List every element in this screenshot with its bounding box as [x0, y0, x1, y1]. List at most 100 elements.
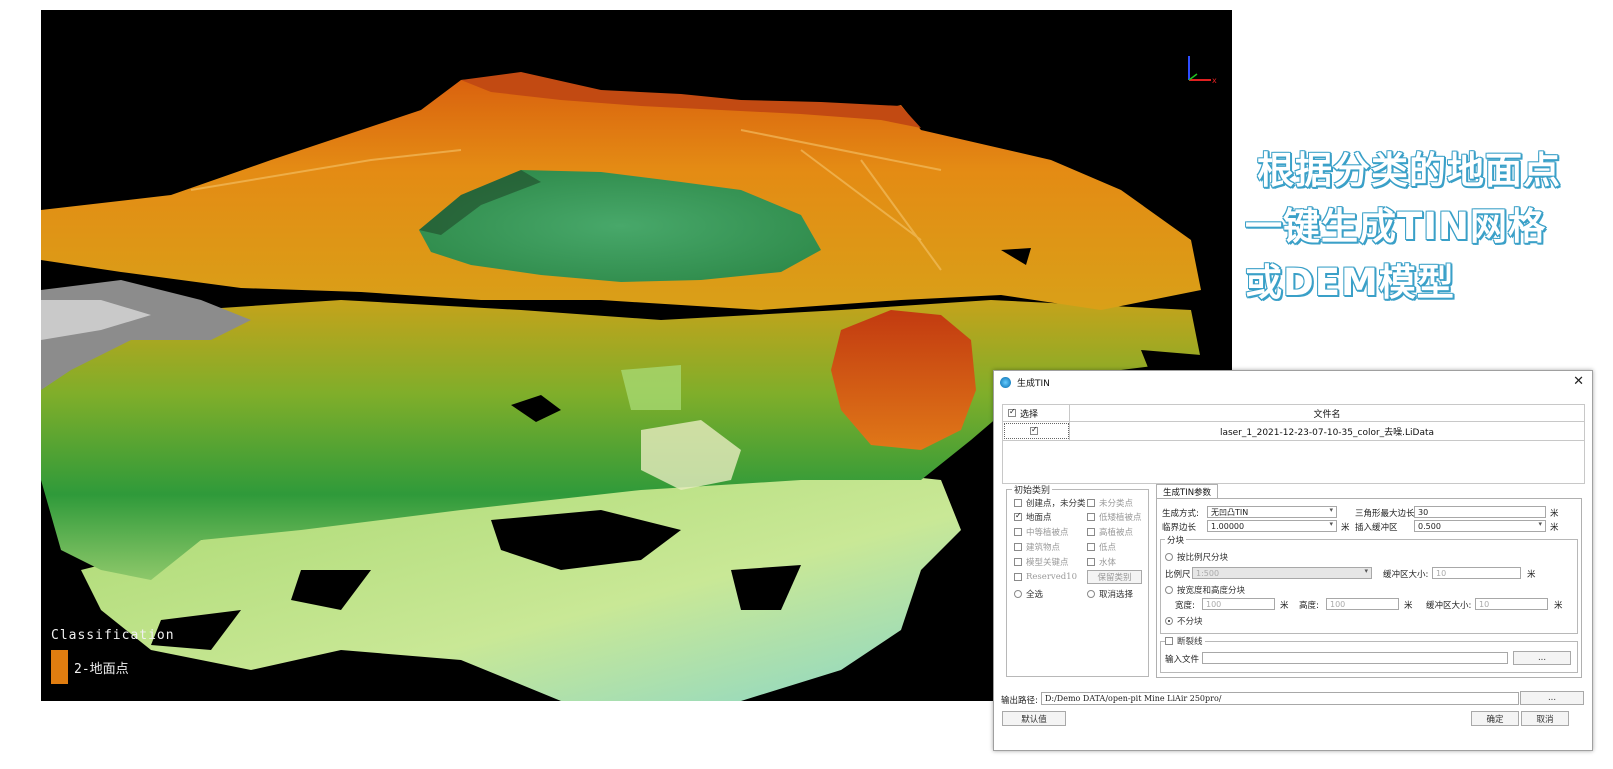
no-block-radio[interactable]: 不分块 — [1165, 615, 1203, 627]
by-wh-label: 按宽度和高度分块 — [1177, 586, 1246, 596]
breakline-checkbox-row[interactable]: 断裂线 — [1165, 635, 1205, 647]
axis-gizmo-icon: x — [1188, 56, 1217, 85]
headline-text: 根据分类的地面点 一键生成TIN网格 或DEM模型 — [1245, 143, 1613, 311]
select-all-radio-button[interactable] — [1014, 590, 1022, 598]
select-all-files-checkbox[interactable] — [1008, 407, 1016, 417]
class-unclassified-checkbox[interactable] — [1087, 499, 1095, 507]
class-ground-checkbox[interactable] — [1014, 511, 1022, 521]
class-medium-vegetation-checkbox[interactable] — [1014, 528, 1022, 536]
class-unclassified[interactable]: 未分类点 — [1087, 497, 1133, 509]
class-label: 模型关键点 — [1026, 558, 1069, 568]
class-medium-vegetation[interactable]: 中等植被点 — [1014, 526, 1069, 538]
output-path-input[interactable]: D:/Demo DATA/open-pit Mine LiAir 250pro/ — [1041, 692, 1519, 705]
max-edge-input[interactable]: 30 — [1414, 506, 1546, 518]
boundary-unit: 米 — [1341, 523, 1350, 533]
input-file-browse-button[interactable]: ... — [1513, 651, 1571, 665]
deselect-label: 取消选择 — [1099, 590, 1134, 600]
buffer-input[interactable]: 0.500 ▾ — [1414, 520, 1546, 532]
by-scale-radio-button[interactable] — [1165, 553, 1173, 561]
tab-tin-params[interactable]: 生成TIN参数 — [1156, 484, 1219, 498]
class-ground[interactable]: 地面点 — [1014, 511, 1052, 523]
file-checkbox[interactable] — [1030, 425, 1038, 435]
class-low-point[interactable]: 低点 — [1087, 541, 1116, 553]
chevron-down-icon: ▾ — [1329, 506, 1333, 514]
class-model-keypoint-checkbox[interactable] — [1014, 558, 1022, 566]
class-label: 建筑物点 — [1026, 543, 1061, 553]
file-select-cell[interactable] — [1003, 422, 1070, 440]
file-table: 选择 文件名 laser_1_2021-12-23-07-10-35_color… — [1002, 404, 1585, 484]
class-low-point-checkbox[interactable] — [1087, 543, 1095, 551]
filename-column-header: 文件名 — [1313, 409, 1341, 420]
boundary-input[interactable]: 1.00000 ▾ — [1207, 520, 1337, 532]
table-row[interactable]: laser_1_2021-12-23-07-10-35_color_去噪.LiD… — [1003, 422, 1584, 441]
headline-line-2: 一键生成TIN网格 — [1245, 205, 1546, 248]
headline-line-1: 根据分类的地面点 — [1257, 149, 1561, 192]
width-label: 宽度: — [1175, 601, 1195, 611]
dialog-titlebar[interactable]: 生成TIN ✕ — [994, 371, 1592, 393]
output-path-browse-button[interactable]: ... — [1520, 691, 1584, 705]
default-button[interactable]: 默认值 — [1002, 711, 1066, 726]
class-label: 创建点，未分类 — [1026, 499, 1086, 509]
boundary-label: 临界边长 — [1162, 523, 1197, 533]
breakline-checkbox[interactable] — [1165, 637, 1173, 645]
class-low-vegetation[interactable]: 低矮植被点 — [1087, 511, 1142, 523]
class-label: 未分类点 — [1099, 499, 1134, 509]
buffer-size-unit: 米 — [1527, 570, 1536, 580]
classification-legend: Classification 2-地面点 — [51, 628, 175, 684]
block-legend: 分块 — [1165, 534, 1187, 546]
by-wh-radio-button[interactable] — [1165, 586, 1173, 594]
headline-line-3: 或DEM模型 — [1245, 261, 1455, 304]
class-created-unclassified[interactable]: 创建点，未分类 — [1014, 497, 1086, 509]
buffer-size-input[interactable]: 10 — [1432, 567, 1521, 579]
select-column-header[interactable]: 选择 — [1003, 405, 1070, 421]
buffer-unit: 米 — [1550, 523, 1559, 533]
app-icon — [1000, 376, 1011, 388]
height-input[interactable]: 100 — [1326, 598, 1399, 610]
buffer-size-unit-2: 米 — [1554, 601, 1563, 611]
class-low-vegetation-checkbox[interactable] — [1087, 513, 1095, 521]
class-water-checkbox[interactable] — [1087, 558, 1095, 566]
max-edge-unit: 米 — [1550, 509, 1559, 519]
legend-label: 2-地面点 — [74, 661, 129, 677]
class-reserved10[interactable]: Reserved10 — [1014, 572, 1077, 582]
legend-row: 2-地面点 — [51, 650, 175, 684]
no-block-radio-button[interactable] — [1165, 617, 1173, 625]
keep-class-button[interactable]: 保留类别 — [1087, 570, 1142, 584]
close-icon[interactable]: ✕ — [1573, 374, 1584, 389]
class-label: 水体 — [1099, 558, 1117, 568]
spinner-icon: ▾ — [1329, 520, 1333, 528]
height-unit: 米 — [1404, 601, 1413, 611]
buffer-size-input-2[interactable]: 10 — [1475, 598, 1548, 610]
scale-select[interactable]: 1:500 ▾ — [1192, 567, 1372, 579]
class-water[interactable]: 水体 — [1087, 556, 1116, 568]
select-column-label: 选择 — [1020, 409, 1039, 420]
class-created-unclassified-checkbox[interactable] — [1014, 499, 1022, 507]
class-high-vegetation[interactable]: 高植被点 — [1087, 526, 1133, 538]
by-scale-radio[interactable]: 按比例尺分块 — [1165, 551, 1228, 563]
buffer-size-label-2: 缓冲区大小: — [1426, 601, 1472, 611]
dialog-title: 生成TIN — [1017, 378, 1050, 389]
input-file-field[interactable] — [1202, 652, 1508, 664]
no-block-label: 不分块 — [1177, 617, 1203, 627]
width-input[interactable]: 100 — [1202, 598, 1275, 610]
class-reserved10-checkbox[interactable] — [1014, 573, 1022, 581]
class-label: 地面点 — [1026, 513, 1052, 523]
class-building[interactable]: 建筑物点 — [1014, 541, 1060, 553]
legend-title: Classification — [51, 628, 175, 643]
deselect-radio-button[interactable] — [1087, 590, 1095, 598]
class-building-checkbox[interactable] — [1014, 543, 1022, 551]
class-high-vegetation-checkbox[interactable] — [1087, 528, 1095, 536]
ok-button[interactable]: 确定 — [1471, 711, 1519, 726]
class-model-keypoint[interactable]: 模型关键点 — [1014, 556, 1069, 568]
method-select[interactable]: 无凹凸TIN ▾ — [1207, 506, 1337, 518]
spinner-icon: ▾ — [1538, 520, 1542, 528]
select-all-radio[interactable]: 全选 — [1014, 588, 1043, 600]
input-file-label: 输入文件 — [1165, 655, 1200, 665]
max-edge-label: 三角形最大边长 — [1355, 509, 1415, 519]
height-label: 高度: — [1299, 601, 1319, 611]
deselect-radio[interactable]: 取消选择 — [1087, 588, 1133, 600]
by-wh-radio[interactable]: 按宽度和高度分块 — [1165, 584, 1245, 596]
class-label: 高植被点 — [1099, 528, 1134, 538]
method-label: 生成方式: — [1162, 509, 1199, 519]
cancel-button[interactable]: 取消 — [1521, 711, 1569, 726]
